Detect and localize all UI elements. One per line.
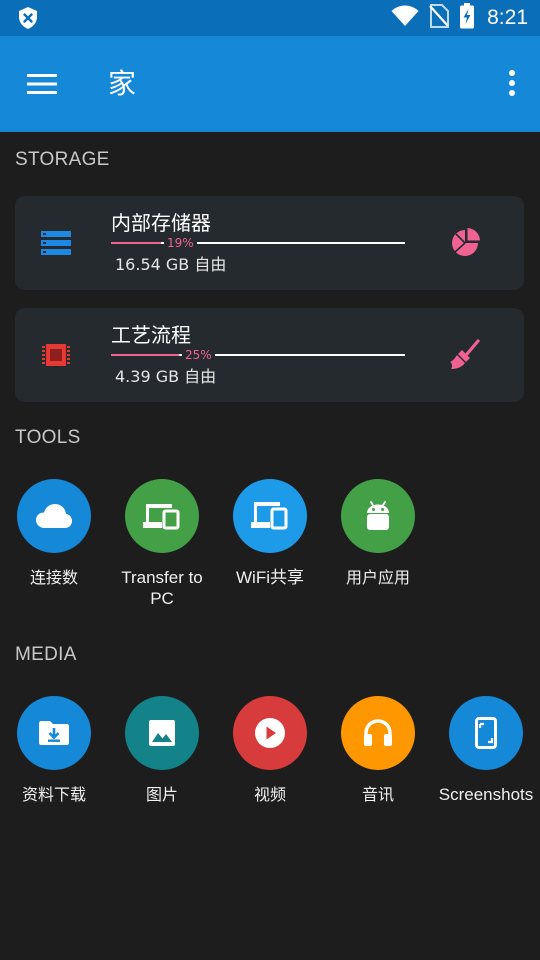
- app-bar: 家: [0, 36, 540, 132]
- wifi-icon: [391, 5, 419, 31]
- storage-usage-percent: 19%: [164, 235, 197, 251]
- storage-free: 16.54 GB 自由: [115, 255, 227, 274]
- image-icon: [125, 696, 199, 770]
- media-label: 视频: [253, 785, 286, 804]
- download-folder-icon: [17, 696, 91, 770]
- tool-connections[interactable]: 连接数: [0, 479, 108, 588]
- media-label: Screenshots: [438, 785, 534, 804]
- tool-transfer-to-pc[interactable]: Transfer to PC: [108, 479, 216, 609]
- storage-name: 内部存储器: [111, 211, 211, 235]
- hamburger-menu-icon[interactable]: [22, 66, 62, 102]
- storage-usage-bar: [111, 242, 405, 244]
- tool-label: 用户应用: [345, 568, 410, 587]
- devices-icon: [233, 479, 307, 553]
- storage-list-icon: [41, 229, 71, 257]
- shield-x-icon: [16, 6, 40, 30]
- tools-section-header: TOOLS: [15, 427, 81, 448]
- storage-usage-bar: [111, 354, 405, 356]
- storage-card-internal[interactable]: 内部存储器 19% 16.54 GB 自由: [15, 196, 524, 290]
- no-sim-icon: [429, 4, 450, 32]
- android-icon: [341, 479, 415, 553]
- play-circle-icon: [233, 696, 307, 770]
- devices-icon: [125, 479, 199, 553]
- pie-chart-icon[interactable]: [448, 226, 482, 260]
- status-time: 8:21: [487, 6, 528, 29]
- headphones-icon: [341, 696, 415, 770]
- storage-section-header: STORAGE: [15, 149, 110, 170]
- media-label: 音讯: [361, 785, 394, 804]
- storage-usage-percent: 25%: [182, 347, 215, 363]
- media-screenshots[interactable]: Screenshots: [432, 696, 540, 805]
- media-downloads[interactable]: 资料下载: [0, 696, 108, 805]
- tool-label: WiFi共享: [236, 568, 304, 587]
- tool-label: 连接数: [29, 568, 78, 587]
- tool-user-apps[interactable]: 用户应用: [324, 479, 432, 588]
- storage-free: 4.39 GB 自由: [115, 367, 217, 386]
- page-title: 家: [108, 67, 137, 100]
- storage-card-process[interactable]: 工艺流程 25% 4.39 GB 自由: [15, 308, 524, 402]
- tool-wifi-share[interactable]: WiFi共享: [216, 479, 324, 588]
- screenshot-icon: [449, 696, 523, 770]
- media-audio[interactable]: 音讯: [324, 696, 432, 805]
- more-vert-icon[interactable]: [504, 66, 520, 102]
- media-label: 图片: [145, 785, 178, 804]
- battery-charging-icon: [459, 3, 475, 33]
- media-images[interactable]: 图片: [108, 696, 216, 805]
- media-videos[interactable]: 视频: [216, 696, 324, 805]
- memory-chip-icon: [41, 341, 71, 369]
- media-label: 资料下载: [21, 785, 86, 804]
- media-section-header: MEDIA: [15, 644, 77, 665]
- tool-label: Transfer to PC: [121, 568, 203, 608]
- cloud-icon: [17, 479, 91, 553]
- storage-name: 工艺流程: [111, 323, 191, 347]
- broom-icon[interactable]: [448, 338, 482, 372]
- status-bar: 8:21: [0, 0, 540, 36]
